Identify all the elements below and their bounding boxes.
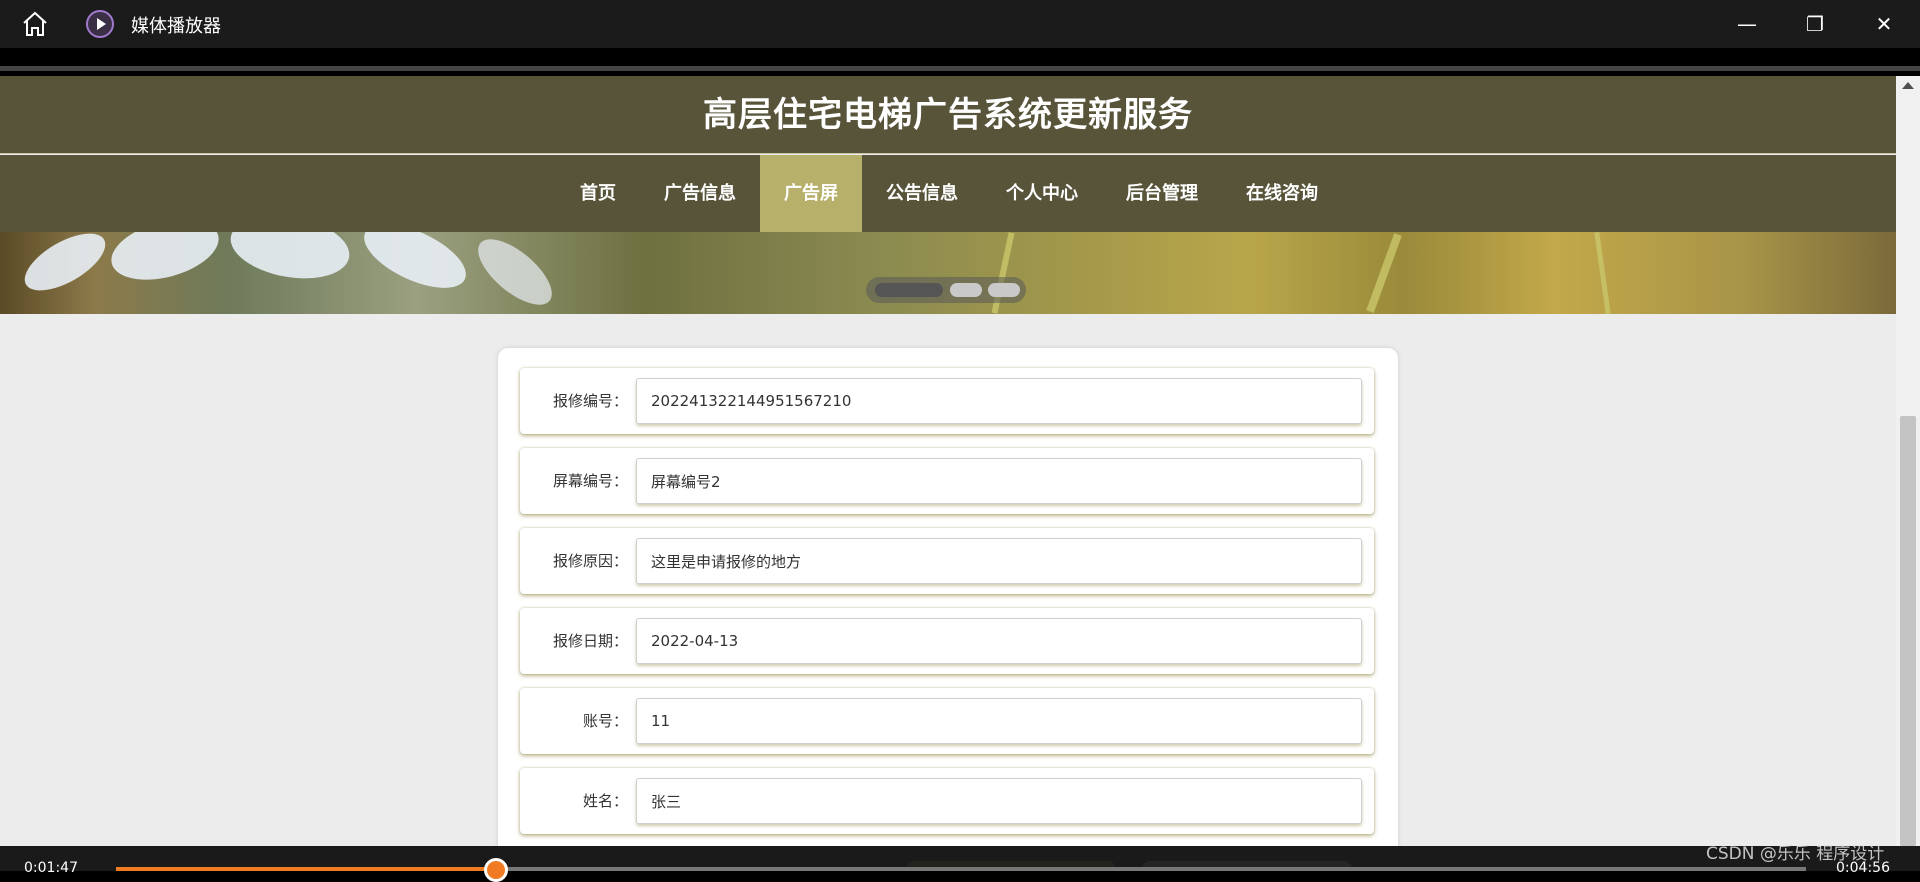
current-time: 0:01:47 bbox=[24, 860, 78, 876]
account-input[interactable] bbox=[636, 698, 1362, 744]
media-player-app-icon bbox=[86, 10, 114, 38]
video-letterbox-band bbox=[0, 48, 1920, 71]
window-title: 媒体播放器 bbox=[131, 16, 221, 37]
main-nav: 首页 广告信息 广告屏 公告信息 个人中心 后台管理 在线咨询 bbox=[0, 155, 1896, 232]
nav-item-ad-info[interactable]: 广告信息 bbox=[640, 155, 760, 232]
banner-flower-petal bbox=[467, 232, 563, 314]
seek-progress-fill bbox=[116, 867, 497, 871]
nav-item-admin[interactable]: 后台管理 bbox=[1102, 155, 1222, 232]
home-icon[interactable] bbox=[20, 10, 50, 38]
account-label: 账号： bbox=[582, 712, 628, 730]
player-control-bar: 0:01:47 0:04:56 bbox=[0, 846, 1920, 882]
banner-flower-petal bbox=[16, 232, 114, 302]
web-viewport: 高层住宅电梯广告系统更新服务 首页 广告信息 广告屏 公告信息 个人中心 后台管… bbox=[0, 76, 1920, 846]
repair-reason-label: 报修原因： bbox=[552, 552, 628, 570]
repair-form-card: 报修编号： 屏幕编号： 报修原因： 报修日期： 账号： 姓名： bbox=[498, 348, 1398, 846]
nav-item-notice-info[interactable]: 公告信息 bbox=[862, 155, 982, 232]
watermark: CSDN @乐乐 程序设计 bbox=[1706, 844, 1885, 864]
screen-no-label: 屏幕编号： bbox=[552, 472, 628, 490]
banner-grass-stem bbox=[1366, 233, 1402, 313]
carousel-dot-2[interactable] bbox=[950, 283, 982, 297]
nav-item-personal-center[interactable]: 个人中心 bbox=[982, 155, 1102, 232]
banner-flower-petal bbox=[104, 232, 226, 291]
seek-knob[interactable] bbox=[484, 858, 509, 882]
form-row-repair-no: 报修编号： bbox=[520, 368, 1374, 434]
carousel-dot-1[interactable] bbox=[875, 283, 943, 297]
scroll-up-arrow-icon[interactable] bbox=[1902, 82, 1914, 89]
seek-track[interactable] bbox=[116, 867, 1806, 871]
repair-no-label: 报修编号： bbox=[552, 392, 628, 410]
form-row-account: 账号： bbox=[520, 688, 1374, 754]
repair-date-label: 报修日期： bbox=[552, 632, 628, 650]
title-bar: 媒体播放器 — ❐ ✕ bbox=[0, 0, 1920, 48]
banner-carousel bbox=[0, 232, 1896, 314]
repair-reason-input[interactable] bbox=[636, 538, 1362, 584]
nav-item-home[interactable]: 首页 bbox=[556, 155, 640, 232]
carousel-indicators bbox=[866, 277, 1026, 303]
form-row-screen-no: 屏幕编号： bbox=[520, 448, 1374, 514]
web-page: 高层住宅电梯广告系统更新服务 首页 广告信息 广告屏 公告信息 个人中心 后台管… bbox=[0, 76, 1896, 846]
minimize-button[interactable]: — bbox=[1713, 0, 1781, 48]
screen-no-input[interactable] bbox=[636, 458, 1362, 504]
site-header: 高层住宅电梯广告系统更新服务 bbox=[0, 76, 1896, 154]
repair-no-input[interactable] bbox=[636, 378, 1362, 424]
nav-item-ad-screen[interactable]: 广告屏 bbox=[760, 155, 862, 232]
name-label: 姓名： bbox=[582, 792, 628, 810]
banner-grass-stem bbox=[1594, 232, 1611, 314]
form-row-name: 姓名： bbox=[520, 768, 1374, 834]
nav-list: 首页 广告信息 广告屏 公告信息 个人中心 后台管理 在线咨询 bbox=[556, 155, 1342, 232]
form-row-repair-date: 报修日期： bbox=[520, 608, 1374, 674]
page-scrollbar[interactable] bbox=[1896, 76, 1920, 846]
banner-flower-petal bbox=[355, 232, 475, 301]
site-title: 高层住宅电梯广告系统更新服务 bbox=[703, 95, 1193, 135]
repair-date-input[interactable] bbox=[636, 618, 1362, 664]
scrollbar-thumb[interactable] bbox=[1900, 416, 1916, 846]
nav-item-online-consult[interactable]: 在线咨询 bbox=[1222, 155, 1342, 232]
form-row-repair-reason: 报修原因： bbox=[520, 528, 1374, 594]
banner-flower-petal bbox=[225, 232, 355, 287]
carousel-dot-3[interactable] bbox=[988, 283, 1020, 297]
close-button[interactable]: ✕ bbox=[1850, 0, 1918, 48]
maximize-button[interactable]: ❐ bbox=[1781, 0, 1849, 48]
name-input[interactable] bbox=[636, 778, 1362, 824]
